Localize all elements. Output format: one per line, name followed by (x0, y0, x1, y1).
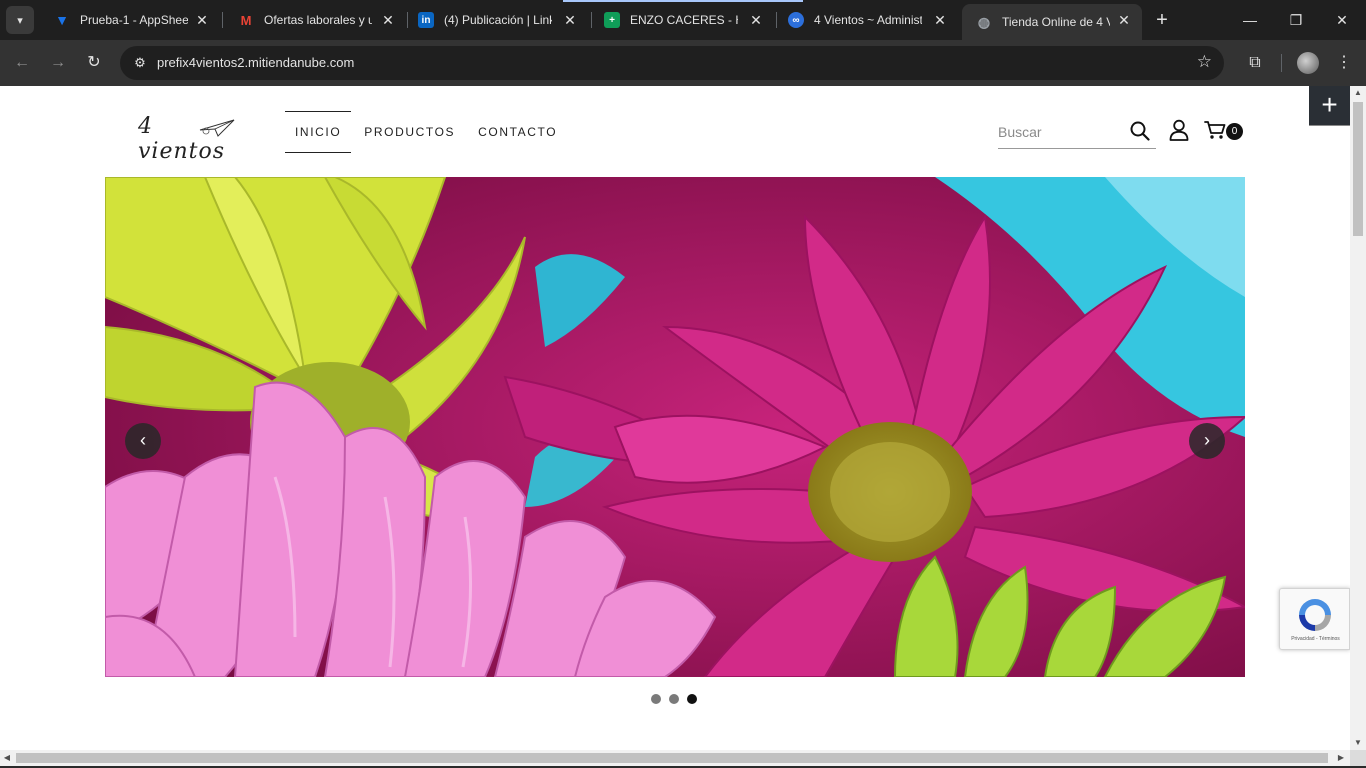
tab-tiendanube-admin[interactable]: ∞ 4 Vientos ~ Administ ✕ (774, 4, 958, 36)
extensions-icon[interactable]: ⧉ (1244, 52, 1266, 74)
nav-contacto[interactable]: CONTACTO (468, 111, 567, 153)
vertical-scrollbar[interactable]: ▲ ▼ (1350, 86, 1366, 750)
slider-dot-2[interactable] (669, 694, 679, 704)
restore-button[interactable]: ❐ (1276, 6, 1316, 34)
linkedin-icon: in (418, 12, 434, 28)
tab-title: Tienda Online de 4 Vi (1002, 15, 1110, 29)
tab-linkedin[interactable]: in (4) Publicación | Linke ✕ (404, 4, 588, 36)
flowers-banner-image (105, 177, 1245, 677)
close-icon[interactable]: ✕ (380, 12, 396, 28)
search-input[interactable] (998, 120, 1118, 144)
slider-next-button[interactable]: › (1189, 423, 1225, 459)
bookmark-star-icon[interactable]: ☆ (1197, 52, 1212, 72)
close-icon[interactable]: ✕ (194, 12, 210, 28)
toolbar-divider (1281, 54, 1282, 72)
browser-toolbar: ← → ↻ ⚙ prefix4vientos2.mitiendanube.com… (0, 40, 1366, 86)
horizontal-scroll-thumb[interactable] (16, 753, 1328, 763)
tab-sheets[interactable]: + ENZO CACERES - Hoj ✕ (590, 4, 774, 36)
new-tab-button[interactable]: + (1150, 8, 1174, 32)
url-text[interactable]: prefix4vientos2.mitiendanube.com (157, 55, 354, 70)
tab-gmail[interactable]: M Ofertas laborales y un ✕ (224, 4, 406, 36)
hero-slider: ‹ › (105, 177, 1245, 677)
main-nav: INICIO PRODUCTOS CONTACTO (285, 111, 567, 153)
cart-icon[interactable] (1204, 120, 1226, 140)
admin-add-button[interactable]: + (1309, 86, 1350, 126)
more-menu-icon[interactable]: ⋮ (1333, 52, 1355, 74)
web-page: 4 vientos INICIO PRODUCTOS CONTACTO 0 + (0, 86, 1350, 750)
horizontal-scrollbar[interactable]: ◀ ▶ (0, 750, 1350, 766)
address-bar[interactable]: ⚙ prefix4vientos2.mitiendanube.com ☆ (120, 46, 1224, 80)
slider-dot-1[interactable] (651, 694, 661, 704)
tab-separator (222, 12, 223, 28)
tab-title: Prueba-1 - AppSheet (80, 13, 188, 27)
cart-count-badge[interactable]: 0 (1226, 123, 1243, 140)
tab-title: ENZO CACERES - Hoj (630, 13, 738, 27)
appsheet-icon: ▼ (55, 12, 69, 28)
nav-productos[interactable]: PRODUCTOS (354, 111, 465, 153)
tab-search-button[interactable]: ▾ (6, 6, 34, 34)
slider-pagination (651, 694, 697, 704)
tab-title: Ofertas laborales y un (264, 13, 372, 27)
back-button[interactable]: ← (10, 51, 34, 75)
profile-avatar[interactable] (1297, 52, 1319, 74)
paper-plane-icon (199, 119, 235, 137)
recaptcha-icon (1299, 599, 1331, 631)
tab-title: 4 Vientos ~ Administ (814, 13, 922, 27)
slider-dot-3[interactable] (687, 694, 697, 704)
slider-prev-button[interactable]: ‹ (125, 423, 161, 459)
globe-icon: ◍ (977, 13, 991, 30)
nav-inicio[interactable]: INICIO (285, 111, 352, 153)
vertical-scroll-thumb[interactable] (1353, 102, 1363, 236)
scroll-left-arrow-icon[interactable]: ◀ (0, 750, 14, 766)
close-icon[interactable]: ✕ (748, 12, 764, 28)
forward-button[interactable]: → (46, 51, 70, 75)
close-icon[interactable]: ✕ (562, 12, 578, 28)
browser-tab-bar: ▾ ▼ Prueba-1 - AppSheet ✕ M Ofertas labo… (0, 0, 1366, 40)
scroll-down-arrow-icon[interactable]: ▼ (1350, 736, 1366, 750)
scroll-up-arrow-icon[interactable]: ▲ (1350, 86, 1366, 100)
account-icon[interactable] (1169, 119, 1189, 141)
close-icon[interactable]: ✕ (1116, 12, 1132, 28)
site-info-icon[interactable]: ⚙ (130, 53, 150, 73)
close-icon[interactable]: ✕ (932, 12, 948, 28)
tab-loading-indicator (563, 0, 803, 2)
search-box (998, 116, 1156, 149)
search-icon[interactable] (1130, 120, 1150, 142)
tiendanube-icon: ∞ (788, 12, 804, 28)
minimize-button[interactable]: — (1230, 6, 1270, 34)
sheets-icon: + (604, 12, 620, 28)
recaptcha-links[interactable]: Privacidad - Términos (1282, 636, 1349, 642)
tab-title: (4) Publicación | Linke (444, 13, 552, 27)
gmail-icon: M (240, 12, 252, 28)
store-logo[interactable]: 4 vientos (138, 114, 238, 164)
window-close-button[interactable]: ✕ (1322, 6, 1362, 34)
scroll-right-arrow-icon[interactable]: ▶ (1334, 750, 1348, 766)
tab-tienda-online[interactable]: ◍ Tienda Online de 4 Vi ✕ (962, 4, 1142, 40)
reload-button[interactable]: ↻ (82, 51, 106, 75)
tab-appsheet[interactable]: ▼ Prueba-1 - AppSheet ✕ (40, 4, 220, 36)
recaptcha-badge[interactable]: Privacidad - Términos (1279, 588, 1350, 650)
